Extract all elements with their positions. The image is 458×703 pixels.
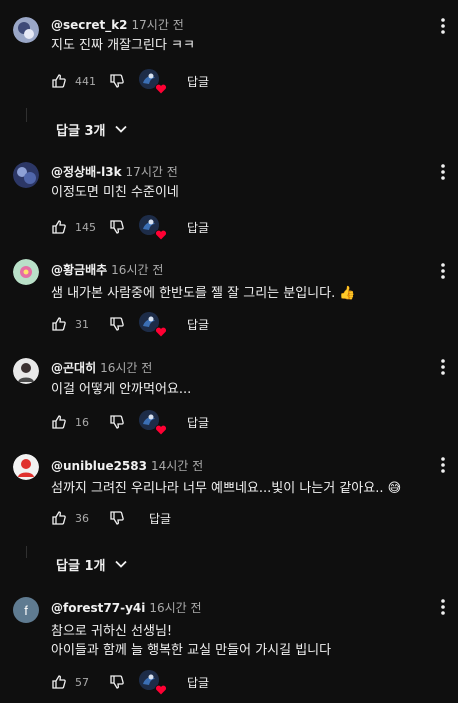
author-name[interactable]: @secret_k2: [51, 18, 128, 32]
photo-avatar-icon: [13, 358, 39, 384]
comment-header: @secret_k2 17시간 전: [51, 17, 184, 33]
comment-header: @uniblue2583 14시간 전: [51, 458, 203, 474]
timestamp[interactable]: 16시간 전: [111, 263, 163, 277]
more-options-icon[interactable]: [438, 262, 448, 280]
avatar[interactable]: f: [13, 597, 39, 623]
more-options-icon[interactable]: [438, 163, 448, 181]
like-count: 16: [75, 415, 89, 429]
reply-button[interactable]: 답글: [187, 73, 209, 90]
like-count: 441: [75, 74, 96, 88]
heart-icon: [155, 326, 167, 338]
creator-heart-badge: [139, 69, 167, 95]
timestamp[interactable]: 14시간 전: [151, 459, 203, 473]
author-name[interactable]: @forest77-y4i: [51, 601, 145, 615]
timestamp[interactable]: 17시간 전: [132, 18, 184, 32]
like-icon[interactable]: [51, 414, 67, 430]
creator-heart-badge: [139, 215, 167, 241]
photo-avatar-icon: [13, 162, 39, 188]
comment-text: 샘 내가본 사람중에 한반도를 젤 잘 그리는 분입니다. 👍: [51, 286, 356, 301]
comment-actions: 145 답글: [51, 215, 209, 241]
author-name[interactable]: @곤대히: [51, 361, 96, 375]
reply-button[interactable]: 답글: [187, 316, 209, 333]
comment-header: @정상배-l3k 17시간 전: [51, 164, 178, 180]
heart-icon: [155, 424, 167, 436]
creator-heart-badge: [139, 410, 167, 436]
view-replies-button[interactable]: 답글 3개: [56, 117, 129, 141]
dislike-icon[interactable]: [109, 510, 125, 526]
reply-button[interactable]: 답글: [187, 414, 209, 431]
like-icon[interactable]: [51, 674, 67, 690]
view-replies-label: 답글 1개: [56, 558, 106, 574]
dislike-icon[interactable]: [109, 316, 125, 332]
like-count: 57: [75, 675, 89, 689]
timestamp[interactable]: 17시간 전: [126, 165, 178, 179]
comment-actions: 441 답글: [51, 69, 209, 95]
more-options-icon[interactable]: [438, 17, 448, 35]
dislike-icon[interactable]: [109, 414, 125, 430]
thread-line: [26, 108, 27, 122]
creator-heart-badge: [139, 670, 167, 696]
avatar[interactable]: [13, 17, 39, 43]
photo-avatar-icon: [13, 17, 39, 43]
dislike-icon[interactable]: [109, 73, 125, 89]
avatar[interactable]: [13, 162, 39, 188]
heart-icon: [155, 229, 167, 241]
like-icon[interactable]: [51, 316, 67, 332]
comment-header: @forest77-y4i 16시간 전: [51, 600, 202, 616]
comment-text: 이정도면 미친 수준이네: [51, 185, 179, 200]
reply-button[interactable]: 답글: [187, 219, 209, 236]
like-icon[interactable]: [51, 219, 67, 235]
reply-button[interactable]: 답글: [149, 510, 171, 527]
timestamp[interactable]: 16시간 전: [100, 361, 152, 375]
creator-heart-badge: [139, 312, 167, 338]
heart-icon: [155, 684, 167, 696]
comment-actions: 31 답글: [51, 312, 209, 338]
like-icon[interactable]: [51, 73, 67, 89]
comment-header: @황금배추 16시간 전: [51, 262, 163, 278]
reply-button[interactable]: 답글: [187, 674, 209, 691]
avatar[interactable]: [13, 454, 39, 480]
like-count: 145: [75, 220, 96, 234]
comment-actions: 16 답글: [51, 410, 209, 436]
comment-actions: 57 답글: [51, 670, 209, 696]
photo-avatar-icon: [13, 259, 39, 285]
timestamp[interactable]: 16시간 전: [149, 601, 201, 615]
like-icon[interactable]: [51, 510, 67, 526]
comment-text: 참으로 귀하신 선생님!: [51, 624, 173, 639]
view-replies-label: 답글 3개: [56, 123, 106, 139]
comment-text: 섬까지 그려진 우리나라 너무 예쁘네요...빛이 나는거 같아요.. 😅: [51, 481, 402, 496]
like-count: 36: [75, 511, 89, 525]
more-options-icon[interactable]: [438, 598, 448, 616]
heart-icon: [155, 83, 167, 95]
view-replies-button[interactable]: 답글 1개: [56, 552, 129, 576]
avatar[interactable]: [13, 358, 39, 384]
comment-actions: 36 답글: [51, 506, 171, 530]
comment-header: @곤대히 16시간 전: [51, 360, 152, 376]
dislike-icon[interactable]: [109, 674, 125, 690]
avatar[interactable]: [13, 259, 39, 285]
comment-text: 아이들과 함께 늘 행복한 교실 만들어 가시길 빕니다: [51, 643, 332, 658]
more-options-icon[interactable]: [438, 358, 448, 376]
thread-line: [26, 546, 27, 558]
author-name[interactable]: @황금배추: [51, 263, 107, 277]
chevron-down-icon: [115, 560, 128, 568]
photo-avatar-icon: [13, 454, 39, 480]
author-name[interactable]: @정상배-l3k: [51, 165, 122, 179]
more-options-icon[interactable]: [438, 456, 448, 474]
comment-text: 이걸 어떻게 안까먹어요...: [51, 382, 192, 397]
chevron-down-icon: [115, 125, 128, 133]
author-name[interactable]: @uniblue2583: [51, 459, 147, 473]
like-count: 31: [75, 317, 89, 331]
dislike-icon[interactable]: [109, 219, 125, 235]
comment-text: 지도 진짜 개잘그린다 ㅋㅋ: [51, 38, 195, 53]
